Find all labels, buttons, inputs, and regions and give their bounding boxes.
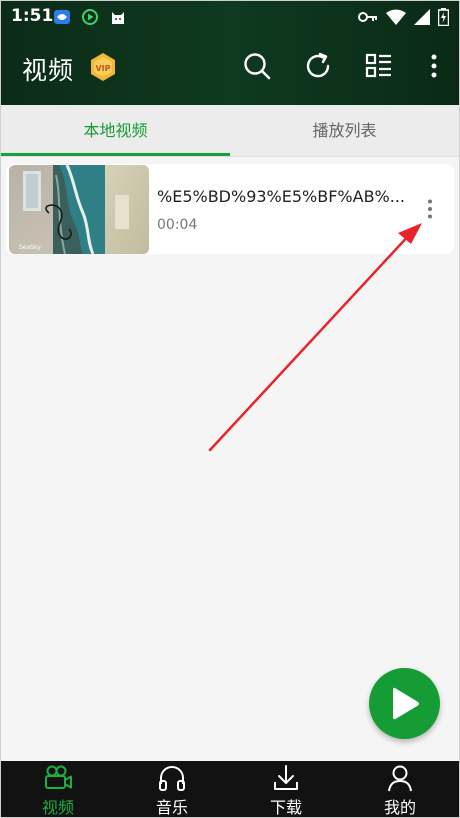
battery-icon: [438, 8, 449, 26]
video-camera-icon: [45, 765, 72, 789]
nav-label-download: 下载: [269, 798, 302, 817]
search-icon[interactable]: [242, 51, 272, 81]
headphones-icon: [159, 766, 185, 791]
bottom-navigation: 视频 音乐 下载 我的: [1, 761, 459, 817]
play-notification-icon: [82, 9, 98, 25]
video-thumbnail[interactable]: SeaSky: [9, 165, 149, 254]
play-icon: [393, 687, 419, 720]
key-icon: [358, 12, 377, 22]
person-icon: [388, 765, 412, 792]
nav-label-profile: 我的: [383, 798, 416, 817]
cat-notification-icon: [112, 12, 124, 24]
tab-playlist[interactable]: 播放列表: [230, 105, 459, 156]
status-icons: [358, 7, 449, 27]
download-icon: [274, 765, 298, 790]
play-fab-button[interactable]: [369, 668, 440, 739]
nav-label-music: 音乐: [155, 798, 188, 817]
vip-badge-icon[interactable]: VIP: [89, 52, 117, 82]
nav-item-music[interactable]: 音乐: [115, 761, 229, 817]
video-title: %E5%BD%93%E5%BF%AB%...: [157, 187, 406, 206]
nav-item-download[interactable]: 下载: [229, 761, 343, 817]
tab-local-video[interactable]: 本地视频: [1, 105, 230, 156]
tab-bar: 本地视频 播放列表: [1, 105, 459, 157]
video-more-options-icon[interactable]: [423, 198, 437, 220]
signal-icon: [414, 9, 430, 25]
app-header: 视频 VIP: [1, 33, 459, 105]
nav-label-video: 视频: [41, 798, 74, 817]
refresh-icon[interactable]: [303, 51, 333, 81]
video-list-item[interactable]: SeaSky %E5%BD%93%E5%BF%AB%... 00:04: [6, 164, 454, 254]
status-bar: 1:51: [1, 1, 459, 33]
app-notification-icon: [54, 10, 70, 24]
active-tab-indicator: [1, 153, 230, 156]
more-menu-icon[interactable]: [419, 51, 449, 81]
video-duration: 00:04: [157, 217, 198, 233]
app-frame: 1:51 视频 VIP 本地视频 播放列表 SeaSky %E5%BD%93%E…: [0, 0, 460, 818]
nav-item-video[interactable]: 视频: [1, 761, 115, 817]
status-time: 1:51: [11, 6, 54, 26]
svg-text:VIP: VIP: [95, 64, 110, 73]
list-view-icon[interactable]: [364, 51, 394, 81]
nav-item-profile[interactable]: 我的: [343, 761, 457, 817]
svg-text:SeaSky: SeaSky: [19, 244, 41, 251]
wifi-icon: [386, 9, 406, 25]
top-bar: 1:51 视频 VIP: [1, 1, 459, 105]
page-title: 视频: [22, 56, 75, 85]
